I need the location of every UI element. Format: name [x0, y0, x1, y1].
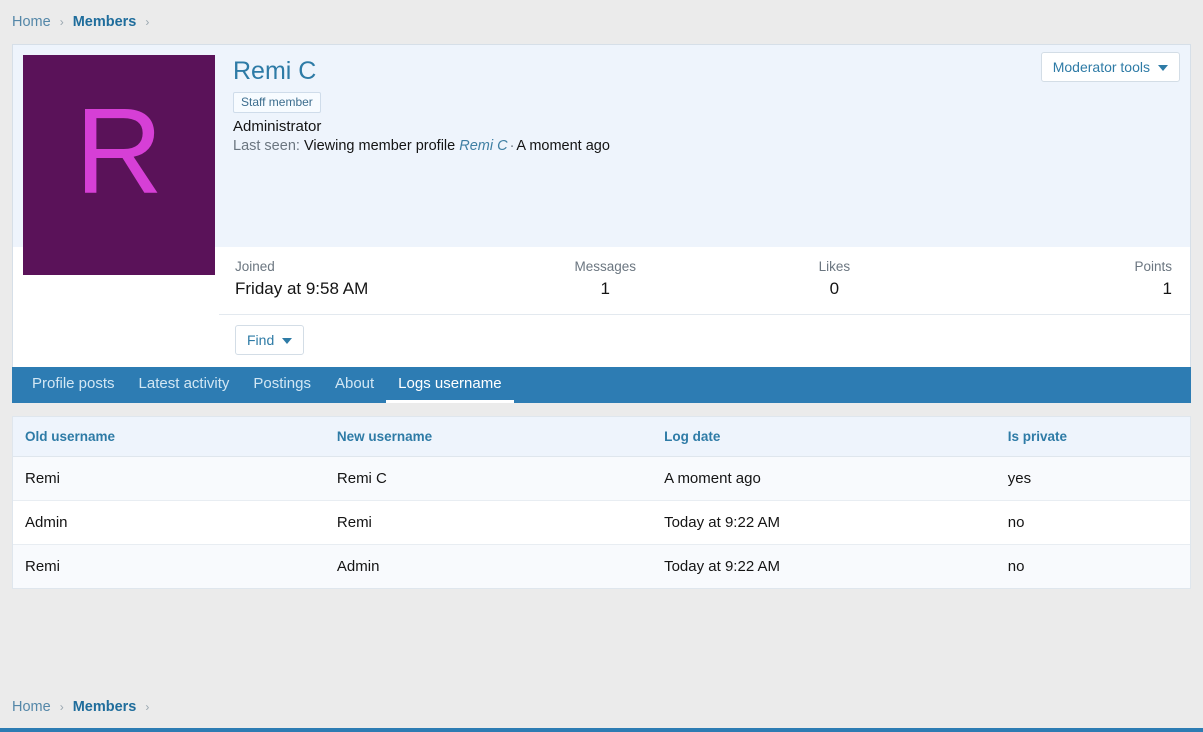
chevron-down-icon [1158, 65, 1168, 71]
logs-username-table: Old username New username Log date Is pr… [13, 417, 1190, 588]
table-row: Admin Remi Today at 9:22 AM no [13, 500, 1190, 544]
last-seen-label: Last seen: [233, 138, 300, 154]
cell-new-username: Remi C [325, 456, 652, 500]
stat-likes[interactable]: Likes 0 [720, 255, 949, 306]
find-button[interactable]: Find [235, 325, 304, 355]
table-body: Remi Remi C A moment ago yes Admin Remi … [13, 456, 1190, 588]
cell-is-private: yes [996, 456, 1190, 500]
last-seen-target-link[interactable]: Remi C [459, 138, 507, 154]
column-header-is-private: Is private [996, 417, 1190, 457]
table-head: Old username New username Log date Is pr… [13, 417, 1190, 457]
stat-value: 0 [726, 277, 943, 302]
breadcrumb-separator-icon: › [145, 700, 149, 714]
breadcrumb-bottom: Home › Members › [0, 686, 1203, 728]
stat-value: Friday at 9:58 AM [235, 277, 485, 302]
avatar-container: R [13, 45, 219, 247]
stat-label: Points [955, 257, 1172, 277]
logs-username-table-block: Old username New username Log date Is pr… [12, 416, 1191, 589]
cell-new-username: Admin [325, 544, 652, 588]
tab-latest-activity[interactable]: Latest activity [127, 367, 242, 403]
cell-is-private: no [996, 544, 1190, 588]
breadcrumb-separator-icon: › [145, 15, 149, 29]
cell-log-date: Today at 9:22 AM [652, 500, 996, 544]
breadcrumb-members-link[interactable]: Members [73, 699, 137, 715]
moderator-tools-label: Moderator tools [1053, 59, 1150, 75]
user-title: Administrator [233, 118, 1178, 135]
table-header-row: Old username New username Log date Is pr… [13, 417, 1190, 457]
cell-new-username: Remi [325, 500, 652, 544]
last-seen-time: A moment ago [516, 138, 610, 154]
stat-value: 1 [497, 277, 714, 302]
cell-is-private: no [996, 500, 1190, 544]
profile-stats: Joined Friday at 9:58 AM Messages 1 Like… [219, 247, 1190, 315]
page-title: Remi C [233, 57, 1178, 86]
column-header-log-date: Log date [652, 417, 996, 457]
footer-accent-bar [0, 728, 1203, 732]
cell-log-date: Today at 9:22 AM [652, 544, 996, 588]
column-header-new-username: New username [325, 417, 652, 457]
breadcrumb-separator-icon: › [60, 700, 64, 714]
page-root: Home › Members › R Remi C Staff member A… [0, 0, 1203, 732]
member-profile-card: R Remi C Staff member Administrator Last… [12, 44, 1191, 367]
cell-old-username: Remi [13, 544, 325, 588]
moderator-tools-container: Moderator tools [1041, 52, 1180, 82]
find-row: Find [219, 315, 1190, 367]
table-row: Remi Admin Today at 9:22 AM no [13, 544, 1190, 588]
stat-label: Joined [235, 257, 485, 277]
last-seen-dot: · [510, 138, 515, 154]
breadcrumb-top: Home › Members › [0, 0, 1203, 44]
stat-value: 1 [955, 277, 1172, 302]
badge-row: Staff member [233, 92, 1178, 113]
chevron-down-icon [282, 338, 292, 344]
tab-profile-posts[interactable]: Profile posts [20, 367, 127, 403]
breadcrumb-home-link[interactable]: Home [12, 14, 51, 30]
breadcrumb-members-link[interactable]: Members [73, 14, 137, 30]
breadcrumb-separator-icon: › [60, 15, 64, 29]
stat-label: Likes [726, 257, 943, 277]
last-seen-line: Last seen: Viewing member profile Remi C… [233, 138, 1178, 154]
status-badge: Staff member [233, 92, 321, 113]
last-seen-activity: Viewing member profile [304, 138, 455, 154]
find-label: Find [247, 332, 274, 348]
tab-about[interactable]: About [323, 367, 386, 403]
table-row: Remi Remi C A moment ago yes [13, 456, 1190, 500]
stat-points[interactable]: Points 1 [949, 255, 1180, 306]
avatar[interactable]: R [23, 55, 215, 247]
moderator-tools-button[interactable]: Moderator tools [1041, 52, 1180, 82]
tab-logs-username[interactable]: Logs username [386, 367, 513, 403]
profile-identity: Remi C Staff member Administrator Last s… [219, 45, 1190, 247]
cell-log-date: A moment ago [652, 456, 996, 500]
breadcrumb-home-link[interactable]: Home [12, 699, 51, 715]
column-header-old-username: Old username [13, 417, 325, 457]
profile-tabs: Profile posts Latest activity Postings A… [12, 367, 1191, 403]
tab-postings[interactable]: Postings [241, 367, 323, 403]
profile-header: R Remi C Staff member Administrator Last… [13, 45, 1190, 247]
stat-joined: Joined Friday at 9:58 AM [229, 255, 491, 306]
cell-old-username: Remi [13, 456, 325, 500]
cell-old-username: Admin [13, 500, 325, 544]
stat-label: Messages [497, 257, 714, 277]
stat-messages[interactable]: Messages 1 [491, 255, 720, 306]
